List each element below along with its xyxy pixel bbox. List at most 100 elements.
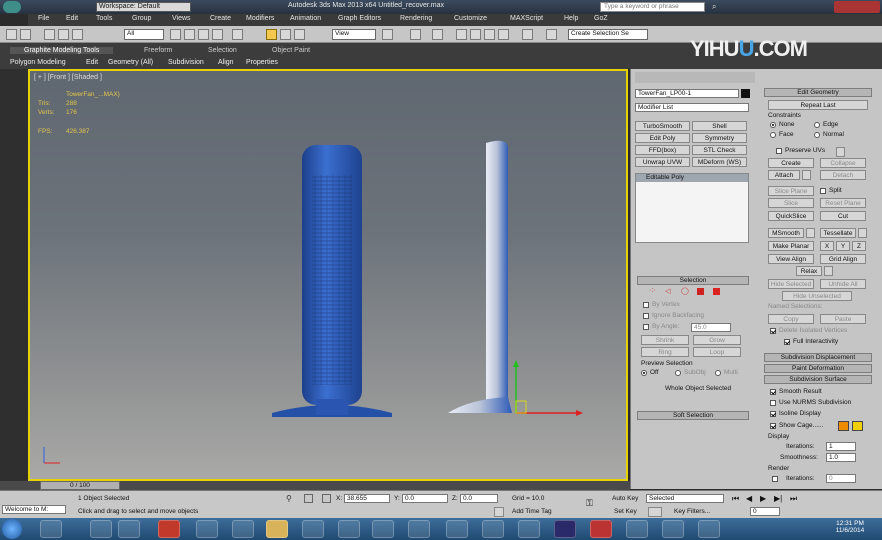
selection-region-icon[interactable] <box>198 29 209 40</box>
menu-rendering[interactable]: Rendering <box>400 15 432 22</box>
bind-space-warp-icon[interactable] <box>72 29 83 40</box>
key-filters-button[interactable]: Key Filters... <box>674 508 710 515</box>
percent-snap-icon[interactable] <box>484 29 495 40</box>
menu-group[interactable]: Group <box>132 15 151 22</box>
command-panel-tabs[interactable] <box>635 72 755 83</box>
ribbon-properties[interactable]: Properties <box>246 59 278 66</box>
smooth-result-checkbox[interactable] <box>770 389 776 395</box>
select-manipulate-icon[interactable] <box>410 29 421 40</box>
loop-button[interactable]: Loop <box>693 347 741 357</box>
object-color-swatch[interactable] <box>741 89 750 98</box>
constraint-none-radio[interactable] <box>770 122 776 128</box>
quickslice-button[interactable]: QuickSlice <box>768 211 814 221</box>
full-interactivity-checkbox[interactable] <box>784 339 790 345</box>
ribbon-subdivision[interactable]: Subdivision <box>168 59 204 66</box>
view-align-button[interactable]: View Align <box>768 254 814 264</box>
planar-y-button[interactable]: Y <box>836 241 850 251</box>
playback-controls[interactable]: ⏮ ◀ ▶ ▶| ⏭ <box>732 494 822 504</box>
window-controls[interactable] <box>834 1 880 13</box>
subdivision-displacement-header[interactable]: Subdivision Displacement <box>764 353 872 362</box>
hide-unselected-button[interactable]: Hide Unselected <box>782 291 852 301</box>
planar-x-button[interactable]: X <box>820 241 834 251</box>
create-button[interactable]: Create <box>768 158 814 168</box>
ring-button[interactable]: Ring <box>641 347 689 357</box>
by-vertex-checkbox[interactable] <box>643 302 649 308</box>
edit-poly-button[interactable]: Edit Poly <box>635 133 690 143</box>
ie-icon[interactable] <box>90 520 112 538</box>
app-icon-5[interactable] <box>196 520 218 538</box>
tab-freeform[interactable]: Freeform <box>144 47 172 54</box>
search-input[interactable]: Type a keyword or phrase <box>600 2 705 12</box>
window-crossing-icon[interactable] <box>212 29 223 40</box>
chrome-icon[interactable] <box>118 520 140 538</box>
time-slider-thumb[interactable]: 0 / 100 <box>40 481 120 490</box>
cage-color-2-swatch[interactable] <box>852 421 863 431</box>
snaps-toggle-icon[interactable] <box>456 29 467 40</box>
media-player-icon[interactable] <box>302 520 324 538</box>
undo-icon[interactable] <box>6 29 17 40</box>
firefox-icon[interactable] <box>40 520 62 538</box>
show-cage-checkbox[interactable] <box>770 423 776 429</box>
menu-customize[interactable]: Customize <box>454 15 487 22</box>
menu-tools[interactable]: Tools <box>96 15 112 22</box>
menu-modifiers[interactable]: Modifiers <box>246 15 274 22</box>
slice-plane-button[interactable]: Slice Plane <box>768 186 814 196</box>
rotate-icon[interactable] <box>280 29 291 40</box>
menu-goz[interactable]: GoZ <box>594 15 608 22</box>
relax-settings-icon[interactable] <box>824 266 833 276</box>
auto-key-button[interactable]: Auto Key <box>612 495 638 502</box>
app-icon-14[interactable] <box>518 520 540 538</box>
use-nurms-checkbox[interactable] <box>770 400 776 406</box>
collapse-button[interactable]: Collapse <box>820 158 866 168</box>
ignore-backfacing-checkbox[interactable] <box>643 313 649 319</box>
modifier-list-dropdown[interactable]: Modifier List <box>635 103 749 112</box>
ribbon-edit[interactable]: Edit <box>86 59 98 66</box>
named-selection-set-dropdown[interactable]: Create Selection Se <box>568 29 648 40</box>
hide-selected-button[interactable]: Hide Selected <box>768 279 814 289</box>
menu-create[interactable]: Create <box>210 15 231 22</box>
viewport-front[interactable]: [ + ] [Front ] [Shaded ] TowerFan_...MAX… <box>28 69 628 481</box>
repeat-last-button[interactable]: Repeat Last <box>768 100 868 110</box>
edit-geometry-header[interactable]: Edit Geometry <box>764 88 872 97</box>
link-icon[interactable] <box>44 29 55 40</box>
attach-list-icon[interactable] <box>802 170 811 180</box>
subobject-level-icons[interactable]: ·:· ◁ ◯ <box>649 287 739 297</box>
photoshop-icon[interactable] <box>554 520 576 538</box>
subdivision-surface-header[interactable]: Subdivision Surface <box>764 375 872 384</box>
viewport-navigation-controls[interactable] <box>790 506 860 516</box>
menu-views[interactable]: Views <box>172 15 191 22</box>
x-coordinate-field[interactable]: 38.655 <box>344 494 390 503</box>
render-iterations-field[interactable]: 0 <box>826 474 856 483</box>
mirror-icon[interactable] <box>546 29 557 40</box>
3dsmax-taskbar-icon[interactable] <box>232 520 254 538</box>
delete-isolated-checkbox[interactable] <box>770 328 776 334</box>
grid-align-button[interactable]: Grid Align <box>820 254 866 264</box>
preserve-uvs-settings-icon[interactable] <box>836 147 845 157</box>
menu-help[interactable]: Help <box>564 15 578 22</box>
selection-lock-icon[interactable] <box>304 494 313 503</box>
app-icon-16[interactable] <box>590 520 612 538</box>
select-object-icon[interactable] <box>170 29 181 40</box>
constraint-normal-radio[interactable] <box>814 132 820 138</box>
tab-graphite-modeling-tools[interactable]: Graphite Modeling Tools <box>10 47 114 54</box>
iterations-field[interactable]: 1 <box>826 442 856 451</box>
grow-button[interactable]: Grow <box>693 335 741 345</box>
cage-color-1-swatch[interactable] <box>838 421 849 431</box>
set-key-icon[interactable] <box>648 507 662 517</box>
copy-button[interactable]: Copy <box>768 314 814 324</box>
reference-coordinate-dropdown[interactable]: View <box>332 29 376 40</box>
paint-deformation-header[interactable]: Paint Deformation <box>764 364 872 373</box>
stl-check-button[interactable]: STL Check <box>692 145 747 155</box>
start-button-icon[interactable] <box>2 519 22 539</box>
paste-button[interactable]: Paste <box>820 314 866 324</box>
isoline-display-checkbox[interactable] <box>770 411 776 417</box>
render-iterations-checkbox[interactable] <box>772 476 778 482</box>
key-mode-dropdown[interactable]: Selected <box>646 494 724 503</box>
slice-button[interactable]: Slice <box>768 198 814 208</box>
menu-file[interactable]: File <box>38 15 49 22</box>
ribbon-align[interactable]: Align <box>218 59 234 66</box>
constraint-edge-radio[interactable] <box>814 122 820 128</box>
modifier-stack[interactable]: Editable Poly <box>635 173 749 243</box>
keyboard-shortcut-icon[interactable] <box>432 29 443 40</box>
menu-graph-editors[interactable]: Graph Editors <box>338 15 381 22</box>
